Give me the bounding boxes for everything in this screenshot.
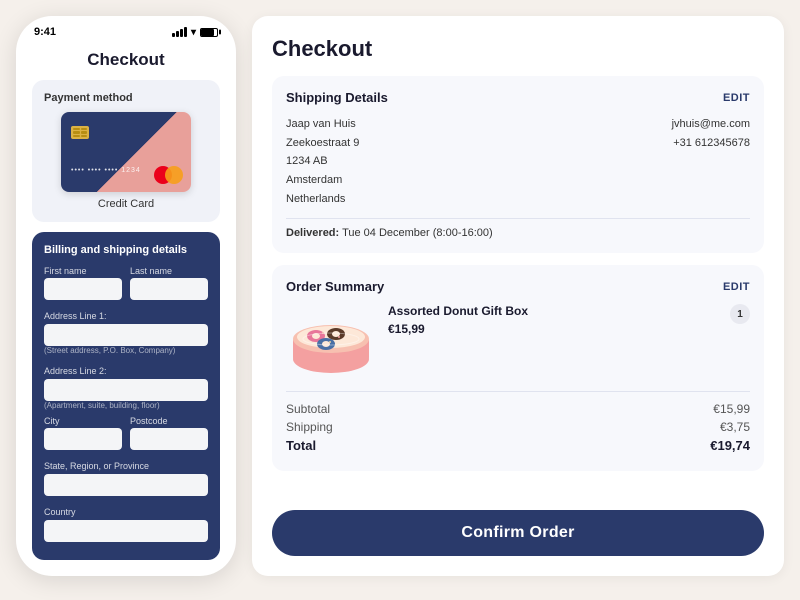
city-postcode-row: City Postcode: [44, 416, 208, 450]
mastercard-logo-icon: [154, 166, 183, 184]
shipping-section-title: Shipping Details: [286, 90, 388, 105]
shipping-city: Amsterdam: [286, 171, 518, 190]
first-name-group: First name: [44, 266, 122, 300]
address2-label: Address Line 2:: [44, 366, 107, 376]
order-summary-title: Order Summary: [286, 279, 384, 294]
shipping-details-card: Shipping Details EDIT Jaap van Huis Zeek…: [272, 76, 764, 253]
country-label: Country: [44, 507, 76, 517]
delivery-label: Delivered:: [286, 227, 339, 239]
credit-card-visual: •••• •••• •••• 1234: [61, 112, 191, 192]
billing-section-title: Billing and shipping details: [44, 244, 208, 256]
address2-hint: (Apartment, suite, building, floor): [44, 401, 208, 410]
price-summary-table: Subtotal €15,99 Shipping €3,75 Total €19…: [286, 391, 750, 453]
time-display: 9:41: [34, 26, 56, 38]
battery-icon: [200, 28, 218, 37]
address2-group: Address Line 2: (Apartment, suite, build…: [44, 361, 208, 410]
item-details: 1 Assorted Donut Gift Box €15,99: [388, 304, 750, 336]
first-name-label: First name: [44, 266, 122, 276]
last-name-group: Last name: [130, 266, 208, 300]
name-row: First name Last name: [44, 266, 208, 300]
address1-label: Address Line 1:: [44, 311, 107, 321]
order-edit-button[interactable]: EDIT: [723, 281, 750, 293]
city-group: City: [44, 416, 122, 450]
payment-method-section: Payment method •••• •••• •••• 1234: [32, 80, 220, 222]
state-label: State, Region, or Province: [44, 461, 149, 471]
last-name-input[interactable]: [130, 278, 208, 300]
checkout-title: Checkout: [272, 36, 764, 62]
shipping-info-grid: Jaap van Huis Zeekoestraat 9 1234 AB Ams…: [286, 115, 750, 208]
order-item-row: 1 Assorted Donut Gift Box €15,99: [286, 304, 750, 379]
shipping-cost-label: Shipping: [286, 420, 333, 434]
item-name-text: Assorted Donut Gift Box: [388, 304, 750, 318]
shipping-email: jvhuis@me.com: [518, 115, 750, 134]
postcode-group: Postcode: [130, 416, 208, 450]
phone-mockup: 9:41 ▾ Checkout Payment method: [16, 16, 236, 576]
total-value: €19,74: [710, 438, 750, 453]
order-summary-card: Order Summary EDIT: [272, 265, 764, 471]
shipping-phone: +31 612345678: [518, 134, 750, 153]
state-group: State, Region, or Province: [44, 456, 208, 496]
wifi-icon: ▾: [191, 27, 196, 38]
address1-group: Address Line 1: (Street address, P.O. Bo…: [44, 306, 208, 355]
card-number-display: •••• •••• •••• 1234: [71, 167, 141, 174]
item-price-text: €15,99: [388, 322, 750, 336]
shipping-name: Jaap van Huis: [286, 115, 518, 134]
address2-input[interactable]: [44, 379, 208, 401]
phone-content: Checkout Payment method: [16, 42, 236, 576]
order-summary-header: Order Summary EDIT: [286, 279, 750, 294]
app-container: 9:41 ▾ Checkout Payment method: [0, 0, 800, 600]
card-type-label: Credit Card: [44, 198, 208, 210]
shipping-postal: 1234 AB: [286, 152, 518, 171]
address1-input[interactable]: [44, 324, 208, 346]
shipping-row: Shipping €3,75: [286, 420, 750, 434]
delivery-date-text: Delivered: Tue 04 December (8:00-16:00): [286, 218, 750, 239]
first-name-input[interactable]: [44, 278, 122, 300]
donut-box-image: [286, 304, 376, 379]
total-label: Total: [286, 438, 316, 453]
address1-hint: (Street address, P.O. Box, Company): [44, 346, 208, 355]
confirm-order-button[interactable]: Confirm Order: [272, 510, 764, 556]
subtotal-label: Subtotal: [286, 402, 330, 416]
subtotal-row: Subtotal €15,99: [286, 402, 750, 416]
shipping-edit-button[interactable]: EDIT: [723, 92, 750, 104]
payment-method-label: Payment method: [44, 92, 208, 104]
item-quantity-badge: 1: [730, 304, 750, 324]
postcode-label: Postcode: [130, 416, 208, 426]
shipping-contact-right: jvhuis@me.com +31 612345678: [518, 115, 750, 208]
shipping-header: Shipping Details EDIT: [286, 90, 750, 105]
card-chip-icon: [71, 126, 89, 139]
state-input[interactable]: [44, 474, 208, 496]
postcode-input[interactable]: [130, 428, 208, 450]
city-input[interactable]: [44, 428, 122, 450]
shipping-cost-value: €3,75: [720, 420, 750, 434]
city-label: City: [44, 416, 122, 426]
subtotal-value: €15,99: [713, 402, 750, 416]
last-name-label: Last name: [130, 266, 208, 276]
delivery-date-value: Tue 04 December (8:00-16:00): [342, 227, 493, 239]
shipping-address-left: Jaap van Huis Zeekoestraat 9 1234 AB Ams…: [286, 115, 518, 208]
phone-checkout-title: Checkout: [32, 50, 220, 70]
country-group: Country: [44, 502, 208, 542]
checkout-panel: Checkout Shipping Details EDIT Jaap van …: [252, 16, 784, 576]
country-input[interactable]: [44, 520, 208, 542]
billing-section: Billing and shipping details First name …: [32, 232, 220, 560]
signal-icon: [172, 27, 187, 37]
total-row: Total €19,74: [286, 438, 750, 453]
shipping-street: Zeekoestraat 9: [286, 134, 518, 153]
status-icons: ▾: [172, 27, 218, 38]
status-bar: 9:41 ▾: [16, 16, 236, 42]
shipping-country: Netherlands: [286, 190, 518, 209]
